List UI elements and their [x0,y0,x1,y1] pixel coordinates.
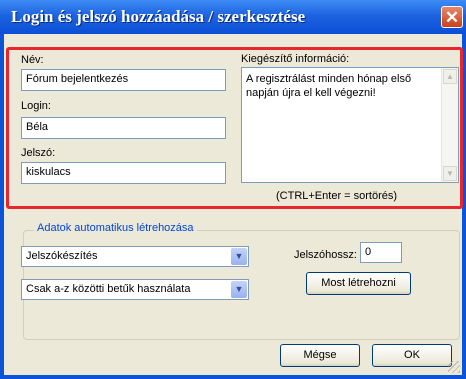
mode-select-value: Jelszókészítés [26,250,98,262]
generate-button[interactable]: Most létrehozni [306,272,411,295]
name-field[interactable]: Fórum bejelentkezés [21,69,226,91]
password-label: Jelszó: [21,147,56,159]
window-title: Login és jelszó hozzáadása / szerkesztés… [11,7,306,26]
login-label: Login: [21,100,51,112]
charset-select-value: Csak a-z közötti betűk használata [26,283,191,295]
arrow-up-icon[interactable]: ▲ [443,69,457,84]
arrow-down-icon[interactable]: ▼ [443,166,457,181]
close-button[interactable]: ✕ [441,6,463,28]
extra-info-textarea[interactable]: A regisztrálást minden hónap első napján… [241,67,459,183]
mode-select[interactable]: Jelszókészítés ▼ [21,246,249,267]
ok-button[interactable]: OK [372,344,452,367]
extra-info-label: Kiegészítő információ: [241,53,350,65]
charset-select[interactable]: Csak a-z közötti betűk használata ▼ [21,279,249,300]
chevron-down-icon[interactable]: ▼ [231,248,247,265]
cancel-button[interactable]: Mégse [280,344,360,367]
chevron-down-icon[interactable]: ▼ [231,281,247,298]
auto-generate-group-title: Adatok automatikus létrehozása [34,222,197,234]
password-field[interactable]: kiskulacs [21,162,226,184]
vertical-scrollbar[interactable]: ▲ ▼ [441,68,458,182]
extra-info-text: A regisztrálást minden hónap első napján… [246,73,412,99]
length-label: Jelszóhossz: [294,249,357,261]
title-bar[interactable]: Login és jelszó hozzáadása / szerkesztés… [0,0,466,34]
line-break-hint: (CTRL+Enter = sortörés) [276,190,398,202]
length-field[interactable]: 0 [360,242,402,263]
login-field[interactable]: Béla [21,117,226,139]
dialog-window: Login és jelszó hozzáadása / szerkesztés… [0,0,466,379]
name-label: Név: [21,54,44,66]
resize-grip-icon[interactable] [448,361,460,373]
close-icon: ✕ [444,8,460,27]
dialog-body: Név: Fórum bejelentkezés Login: Béla Jel… [4,34,463,375]
